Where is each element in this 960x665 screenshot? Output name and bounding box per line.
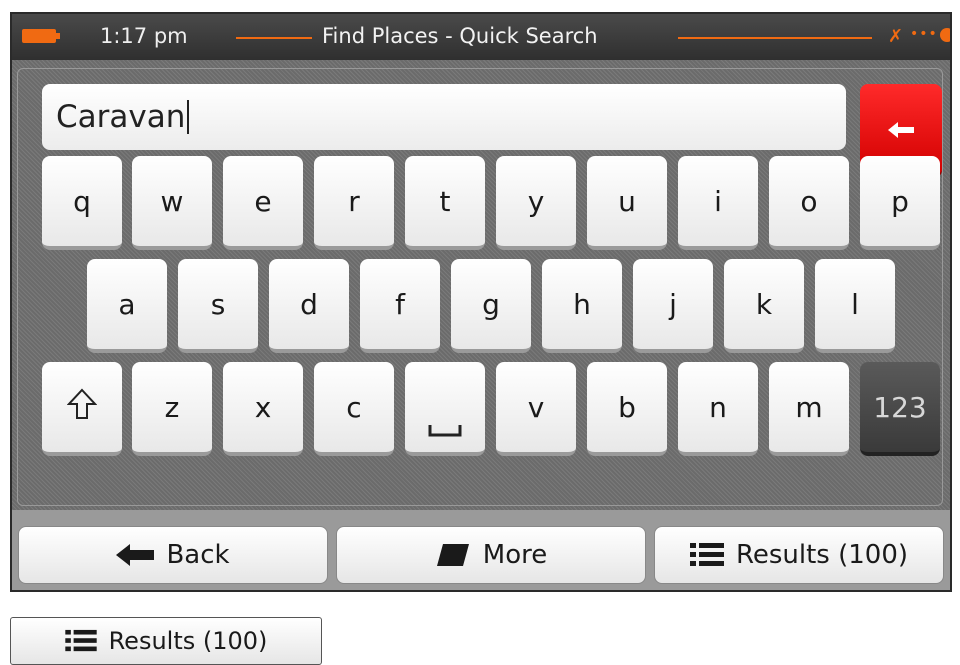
key-b[interactable]: b [587,362,667,456]
key-n[interactable]: n [678,362,758,456]
space-key[interactable] [405,362,485,456]
key-label: z [164,390,180,424]
results-button[interactable]: Results (100) [654,526,944,584]
key-label: y [527,184,545,218]
back-arrow-icon [116,544,155,566]
text-caret [187,100,190,134]
key-h[interactable]: h [542,259,622,353]
key-label: i [714,184,722,218]
key-y[interactable]: y [496,156,576,250]
numbers-key-label: 123 [873,390,927,424]
signal-dots-icon: ••• [910,26,938,42]
key-u[interactable]: u [587,156,667,250]
key-j[interactable]: j [633,259,713,353]
backspace-arrow-icon [888,112,914,147]
search-input-value: Caravan [56,99,186,135]
space-bar-icon [428,411,462,444]
key-label: v [527,390,545,424]
satellite-icon: ✗ [888,26,904,47]
key-label: b [618,390,636,424]
shift-key[interactable] [42,362,122,456]
more-button[interactable]: More [336,526,646,584]
navigation-screen: 1:17 pm Find Places - Quick Search ✗ •••… [10,12,952,592]
screen-title: Find Places - Quick Search [322,24,598,48]
key-label: n [709,390,727,424]
key-label: l [851,287,859,321]
key-label: j [669,287,677,321]
search-input[interactable]: Caravan [42,84,846,150]
key-r[interactable]: r [314,156,394,250]
list-icon [689,542,724,568]
key-label: d [300,287,318,321]
key-label: t [439,184,451,218]
key-label: p [891,184,909,218]
key-p[interactable]: p [860,156,940,250]
results-button-standalone-label: Results (100) [108,627,268,655]
back-button[interactable]: Back [18,526,328,584]
key-label: m [795,390,823,424]
key-label: h [573,287,591,321]
key-f[interactable]: f [360,259,440,353]
key-label: u [618,184,636,218]
title-divider-right [678,37,872,39]
clock-time: 1:17 pm [100,24,188,48]
key-label: c [346,390,362,424]
list-icon [64,629,97,653]
key-label: g [482,287,500,321]
numbers-key[interactable]: 123 [860,362,940,456]
key-label: o [800,184,818,218]
results-button-standalone[interactable]: Results (100) [10,617,322,665]
key-k[interactable]: k [724,259,804,353]
bottom-action-bar: Back More Results (100) [12,510,950,590]
key-label: a [118,287,136,321]
key-l[interactable]: l [815,259,895,353]
key-a[interactable]: a [87,259,167,353]
key-w[interactable]: w [132,156,212,250]
shift-arrow-icon [66,388,98,427]
key-q[interactable]: q [42,156,122,250]
gps-status-icon [940,28,950,42]
key-label: f [395,287,405,321]
key-label: r [348,184,360,218]
battery-icon [22,29,60,43]
key-o[interactable]: o [769,156,849,250]
key-label: w [160,184,184,218]
key-m[interactable]: m [769,362,849,456]
key-c[interactable]: c [314,362,394,456]
back-button-label: Back [166,540,230,570]
key-label: s [210,287,226,321]
key-x[interactable]: x [223,362,303,456]
key-z[interactable]: z [132,362,212,456]
more-icon [435,542,471,568]
key-v[interactable]: v [496,362,576,456]
key-d[interactable]: d [269,259,349,353]
key-g[interactable]: g [451,259,531,353]
more-button-label: More [482,540,548,570]
results-button-label: Results (100) [735,540,909,570]
key-s[interactable]: s [178,259,258,353]
key-i[interactable]: i [678,156,758,250]
status-bar: 1:17 pm Find Places - Quick Search ✗ ••• [12,14,950,60]
key-label: e [254,184,272,218]
key-e[interactable]: e [223,156,303,250]
key-t[interactable]: t [405,156,485,250]
key-label: k [755,287,773,321]
title-divider-left [236,37,312,39]
key-label: q [73,184,91,218]
key-label: x [254,390,272,424]
